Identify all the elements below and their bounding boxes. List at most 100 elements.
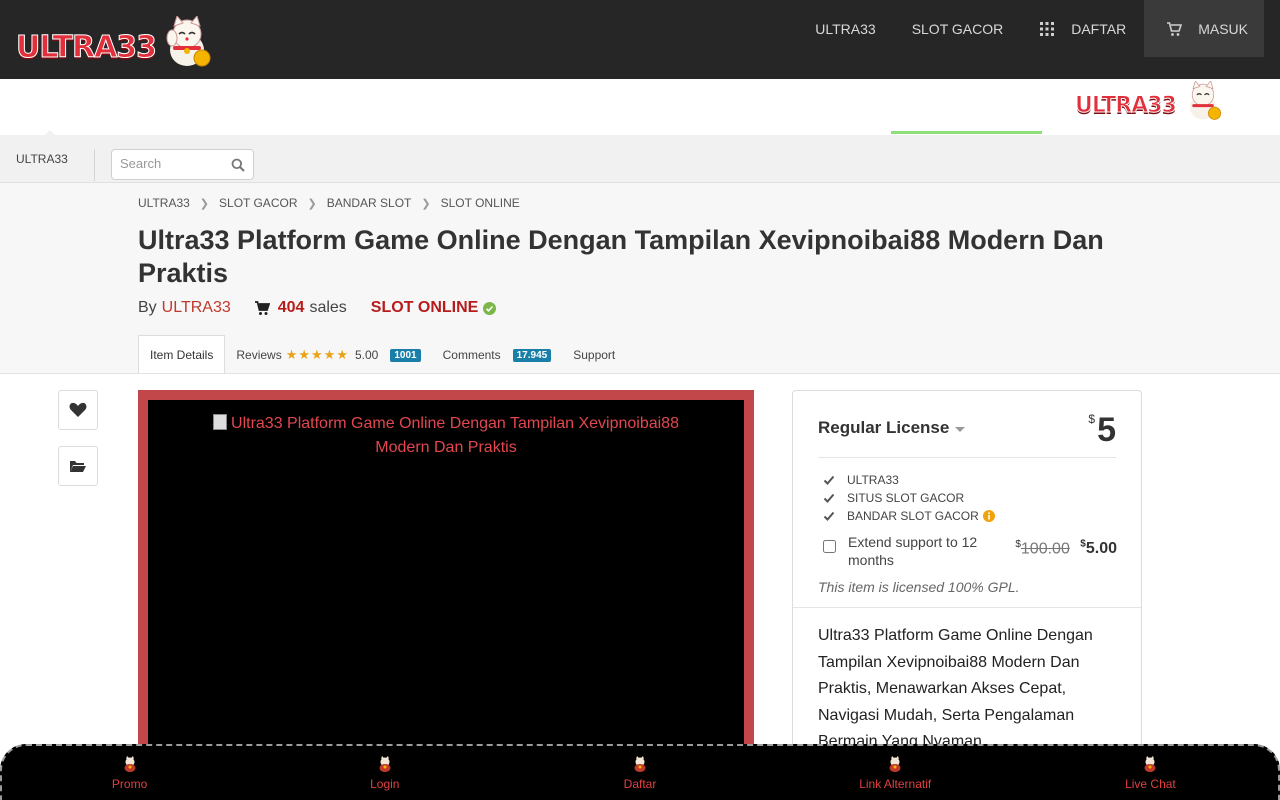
band-logo-text: ULTRA33 [1075, 93, 1178, 119]
nav-masuk[interactable]: MASUK [1144, 0, 1264, 57]
grid-icon [1040, 21, 1055, 36]
price: $5 [1088, 411, 1116, 450]
preview-alt-text: Ultra33 Platform Game Online Dengan Tamp… [231, 415, 679, 456]
tab-reviews[interactable]: Reviews ★★★★★ 5.00 1001 [225, 336, 431, 374]
band-logo[interactable]: ULTRA33 [1075, 81, 1225, 121]
tab-label: Item Details [150, 348, 214, 362]
extend-support-label[interactable]: Extend support to 12 months [848, 533, 998, 569]
rating-stars: ★★★★★ [285, 347, 349, 362]
lucky-cat-icon [1189, 81, 1222, 120]
logo-text: ULTRA33 [15, 30, 157, 66]
divider [793, 607, 1141, 608]
bottom-nav: Promo Login Daftar Link Alternatif Live … [0, 744, 1280, 800]
caret-down-icon [955, 427, 966, 432]
nav-daftar-label: DAFTAR [1071, 20, 1127, 37]
nav-ultra33[interactable]: ULTRA33 [797, 0, 893, 57]
bottom-nav-live-chat[interactable]: Live Chat [1023, 746, 1278, 800]
currency-symbol: $ [1088, 412, 1096, 426]
promo-band: ULTRA33 [0, 79, 1280, 136]
sub-bar: ULTRA33 [0, 135, 1280, 183]
tab-item-details[interactable]: Item Details [138, 335, 226, 374]
tab-comments[interactable]: Comments 17.945 [432, 336, 563, 374]
check-icon [823, 511, 835, 521]
price-value: 5 [1097, 411, 1116, 449]
check-icon [823, 475, 835, 485]
top-header: ULTRA33 ULTRA33 SLOT GACOR DAFTAR MASUK [0, 0, 1280, 79]
nav-ultra33-label: ULTRA33 [815, 20, 876, 37]
feature-list: ULTRA33 SITUS SLOT GACOR BANDAR SLOT GAC… [823, 471, 995, 525]
bottom-nav-login[interactable]: Login [257, 746, 512, 800]
list-item: SITUS SLOT GACOR [823, 489, 995, 507]
extend-support: Extend support to 12 months $100.00 $5.0… [823, 533, 1117, 569]
nav-slot-gacor-label: SLOT GACOR [911, 20, 1004, 37]
rating-value: 5.00 [355, 348, 379, 362]
page-title: Ultra33 Platform Game Online Dengan Tamp… [138, 225, 1104, 288]
gpl-note: This item is licensed 100% GPL. [818, 579, 1020, 595]
top-nav: ULTRA33 SLOT GACOR DAFTAR MASUK [797, 0, 1264, 57]
list-item: ULTRA33 [823, 471, 995, 489]
sales-count: 404 [277, 299, 305, 316]
bottom-nav-promo[interactable]: Promo [2, 746, 257, 800]
author-link[interactable]: ULTRA33 [162, 299, 231, 317]
bottom-nav-label: Login [370, 777, 400, 791]
by-label: By [138, 299, 157, 316]
lucky-cat-icon [1144, 756, 1156, 772]
license-selector[interactable]: Regular License [818, 418, 966, 438]
lucky-cat-icon [634, 756, 646, 772]
breadcrumb: ULTRA33 ❯ SLOT GACOR ❯ BANDAR SLOT ❯ SLO… [138, 196, 520, 210]
tab-label: Support [573, 348, 616, 362]
extend-support-checkbox[interactable] [823, 540, 836, 553]
item-meta: By ULTRA33 404 sales SLOT ONLINE [138, 299, 497, 317]
search-input[interactable] [120, 156, 224, 171]
nav-slot-gacor[interactable]: SLOT GACOR [894, 0, 1022, 57]
check-icon [823, 493, 835, 503]
category-label[interactable]: SLOT ONLINE [371, 299, 479, 317]
item-preview: Ultra33 Platform Game Online Dengan Tamp… [138, 390, 754, 800]
breadcrumb-item[interactable]: SLOT ONLINE [441, 196, 520, 210]
breadcrumb-item[interactable]: SLOT GACOR [219, 196, 297, 210]
active-indicator [891, 131, 1042, 134]
verified-check-icon [483, 301, 497, 315]
feature-label: SITUS SLOT GACOR [847, 491, 965, 505]
search-box [111, 149, 254, 180]
sub-brand-link[interactable]: ULTRA33 [16, 152, 68, 166]
sales-label: sales [309, 299, 347, 316]
nav-masuk-label: MASUK [1198, 20, 1248, 37]
divider [94, 149, 95, 181]
preview-image-alt: Ultra33 Platform Game Online Dengan Tamp… [196, 412, 696, 460]
bottom-nav-label: Daftar [623, 777, 657, 791]
reviews-count-badge: 1001 [390, 348, 421, 362]
heart-icon [69, 402, 87, 417]
cart-icon [254, 301, 270, 315]
folder-open-icon [70, 461, 86, 472]
collection-button[interactable] [58, 446, 98, 486]
lucky-cat-icon [124, 756, 136, 772]
site-logo[interactable]: ULTRA33 [15, 16, 216, 68]
lucky-cat-icon [889, 756, 901, 772]
extend-price: $100.00 $5.00 [1015, 539, 1117, 558]
chevron-right-icon: ❯ [199, 197, 210, 210]
chevron-right-icon: ❯ [421, 197, 431, 210]
search-icon[interactable] [231, 158, 245, 172]
info-icon[interactable] [982, 510, 995, 522]
divider [818, 457, 1116, 458]
tab-label: Reviews [236, 348, 282, 362]
old-price: 100.00 [1020, 540, 1070, 558]
item-tabs: Item Details Reviews ★★★★★ 5.00 1001 Com… [138, 335, 626, 374]
broken-image-icon [213, 414, 228, 430]
favorite-button[interactable] [58, 390, 98, 430]
comments-count-badge: 17.945 [512, 348, 552, 362]
tab-support[interactable]: Support [562, 336, 626, 374]
breadcrumb-item[interactable]: BANDAR SLOT [327, 196, 412, 210]
new-price: 5.00 [1085, 540, 1117, 558]
cart-icon [1167, 21, 1183, 36]
list-item: BANDAR SLOT GACOR [823, 507, 995, 525]
bottom-nav-link-alternatif[interactable]: Link Alternatif [768, 746, 1023, 800]
bottom-nav-daftar[interactable]: Daftar [512, 746, 767, 800]
license-label: Regular License [818, 418, 950, 437]
breadcrumb-item[interactable]: ULTRA33 [138, 196, 190, 210]
lucky-cat-icon [379, 756, 391, 772]
item-description: Ultra33 Platform Game Online Dengan Tamp… [818, 627, 1093, 750]
feature-label: ULTRA33 [847, 473, 899, 487]
nav-daftar[interactable]: DAFTAR [1021, 0, 1144, 57]
